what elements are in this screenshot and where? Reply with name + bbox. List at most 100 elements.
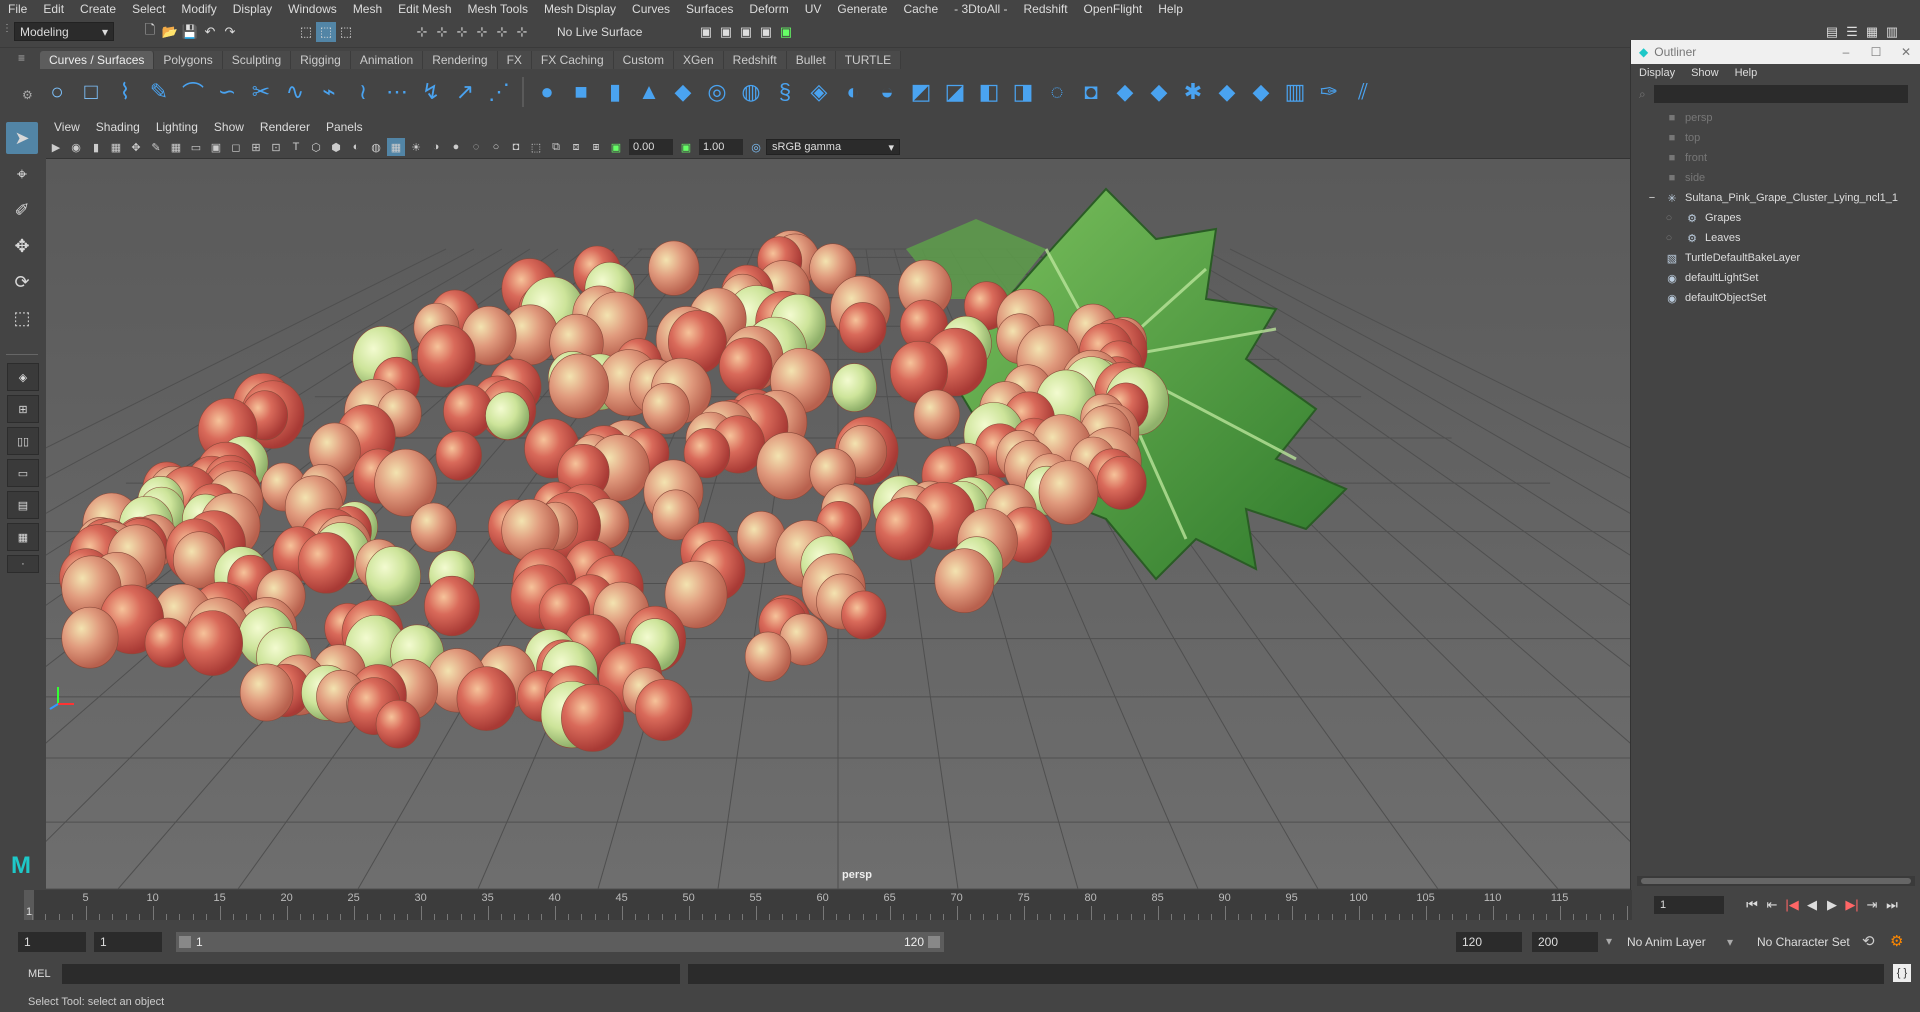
nurbs-cone-icon[interactable]: ▲	[632, 75, 666, 109]
grease-pencil-icon[interactable]: ✎	[147, 138, 165, 156]
arc-curve-icon[interactable]: ∽	[210, 75, 244, 109]
snap-view-icon[interactable]: ⊹	[472, 22, 492, 42]
viewport-menu-lighting[interactable]: Lighting	[148, 120, 206, 134]
shelf-tab-sculpting[interactable]: Sculpting	[222, 51, 292, 69]
attach-surface-icon[interactable]: ◆	[1142, 75, 1176, 109]
snap-grid-icon[interactable]: ⊹	[412, 22, 432, 42]
hypershade-layout-icon[interactable]: ▤	[7, 491, 39, 519]
close-icon[interactable]: ✕	[1891, 45, 1920, 59]
shelf-tab-curves-surfaces[interactable]: Curves / Surfaces	[40, 51, 155, 69]
ep-curve-icon[interactable]: ⌇	[108, 75, 142, 109]
tool-settings-icon[interactable]: ▦	[1862, 22, 1882, 42]
boundary-icon[interactable]: ◩	[904, 75, 938, 109]
workspace-icon[interactable]: ▤	[1822, 22, 1842, 42]
menu-redshift[interactable]: Redshift	[1016, 2, 1076, 16]
curve-tool-icon[interactable]: ∿	[278, 75, 312, 109]
motion-blur-icon[interactable]: ◌	[467, 138, 485, 156]
hypershade-icon[interactable]: ▣	[776, 22, 796, 42]
cut-curve-icon[interactable]: ✂	[244, 75, 278, 109]
xray-joints-icon[interactable]: ⧈	[567, 138, 585, 156]
wireframe-on-shaded-icon[interactable]: ◍	[367, 138, 385, 156]
color-management-icon[interactable]: ◎	[747, 138, 765, 156]
outliner-item[interactable]: − ✳ Sultana_Pink_Grape_Cluster_Lying_ncl1_…	[1631, 188, 1920, 208]
menu-openflight[interactable]: OpenFlight	[1076, 2, 1151, 16]
outliner-item[interactable]: ◉ defaultLightSet	[1631, 268, 1920, 288]
select-component-icon[interactable]: ⬚	[336, 22, 356, 42]
auto-key-icon[interactable]: ⟲	[1862, 932, 1875, 950]
use-all-lights-icon[interactable]: ☀	[407, 138, 425, 156]
revolve-icon[interactable]: ◍	[734, 75, 768, 109]
field-chart-icon[interactable]: ⊞	[247, 138, 265, 156]
smooth-shade-icon[interactable]: ⬢	[327, 138, 345, 156]
pencil-curve-icon[interactable]: ✎	[142, 75, 176, 109]
mode-dropdown[interactable]: Modeling ▾	[14, 22, 114, 41]
nurbs-torus-icon[interactable]: ◎	[700, 75, 734, 109]
save-scene-icon[interactable]: 💾	[180, 22, 200, 42]
command-input[interactable]	[62, 964, 680, 984]
minimize-icon[interactable]: –	[1831, 45, 1861, 59]
camera-attributes-icon[interactable]: ◉	[67, 138, 85, 156]
magnet-icon[interactable]: ⊹	[512, 22, 532, 42]
chevron-down-icon[interactable]: ▾	[1606, 934, 1612, 948]
paint-select-tool-icon[interactable]: ✐	[6, 194, 38, 226]
outliner-menu-show[interactable]: Show	[1683, 67, 1727, 79]
gamma-icon[interactable]: ▣	[677, 138, 695, 156]
menu-surfaces[interactable]: Surfaces	[678, 2, 741, 16]
menu-file[interactable]: File	[0, 2, 35, 16]
menu-cache[interactable]: Cache	[895, 2, 946, 16]
outliner-item[interactable]: ○ ⚙ Grapes	[1631, 208, 1920, 228]
time-slider[interactable]: 1 5 10 15 20 25 30 35 40 45 50 55 60 65 70 75 80 85 90 95 1…	[24, 890, 1632, 920]
step-forward-frame-icon[interactable]: ▶|	[1842, 897, 1862, 913]
menu-windows[interactable]: Windows	[280, 2, 345, 16]
viewport-menu-panels[interactable]: Panels	[318, 120, 371, 134]
menu-deform[interactable]: Deform	[741, 2, 796, 16]
shelf-tab-fx[interactable]: FX	[497, 51, 532, 69]
shelf-settings-icon[interactable]: ⚙	[22, 88, 33, 102]
shelf-tab-animation[interactable]: Animation	[350, 51, 424, 69]
open-close-surface-icon[interactable]: ◆	[1244, 75, 1278, 109]
attach-curve-icon[interactable]: ⌁	[312, 75, 346, 109]
gate-mask-icon[interactable]: ◻	[227, 138, 245, 156]
birail-icon[interactable]: ◒	[870, 75, 904, 109]
shelf-tab-polygons[interactable]: Polygons	[154, 51, 223, 69]
animation-preferences-icon[interactable]: ⚙	[1890, 932, 1903, 950]
playback-end-field[interactable]: 120	[1456, 932, 1522, 952]
viewport-menu-renderer[interactable]: Renderer	[252, 120, 318, 134]
snap-surface-icon[interactable]: ⊹	[492, 22, 512, 42]
outliner-item[interactable]: ■ front	[1631, 148, 1920, 168]
loft-icon[interactable]: §	[768, 75, 802, 109]
bookmark-icon[interactable]: ▮	[87, 138, 105, 156]
attribute-editor-icon[interactable]: ☰	[1842, 22, 1862, 42]
channel-box-icon[interactable]: ▥	[1882, 22, 1902, 42]
grid-icon[interactable]: ▦	[167, 138, 185, 156]
persp-graph-layout-icon[interactable]: ▭	[7, 459, 39, 487]
open-scene-icon[interactable]: 📂	[160, 22, 180, 42]
shelf-tab-fx-caching[interactable]: FX Caching	[531, 51, 614, 69]
exposure-field[interactable]: 0.00	[629, 139, 673, 155]
script-editor-icon[interactable]: { }	[1893, 964, 1911, 982]
scale-tool-icon[interactable]: ⬚	[6, 302, 38, 334]
snap-curve-icon[interactable]: ⊹	[432, 22, 452, 42]
wireframe-icon[interactable]: ⬡	[307, 138, 325, 156]
insert-isoparm-icon[interactable]: ▥	[1278, 75, 1312, 109]
nurbs-cylinder-icon[interactable]: ▮	[598, 75, 632, 109]
extrude-icon[interactable]: ◐	[836, 75, 870, 109]
layout-menu-icon[interactable]: ·	[7, 555, 39, 573]
view-transform-dropdown[interactable]: sRGB gamma ▾	[766, 139, 900, 155]
shelf-tab-custom[interactable]: Custom	[613, 51, 674, 69]
range-end-handle[interactable]	[928, 936, 940, 948]
select-object-icon[interactable]: ⬚	[316, 22, 336, 42]
depth-of-field-icon[interactable]: ◘	[507, 138, 525, 156]
bezier-curve-icon[interactable]: ⌒	[176, 75, 210, 109]
square-surface-icon[interactable]: ◪	[938, 75, 972, 109]
playback-start-field[interactable]: 1	[94, 932, 162, 952]
untrim-icon[interactable]: ◆	[1108, 75, 1142, 109]
safe-action-icon[interactable]: ⊡	[267, 138, 285, 156]
step-back-frame-icon[interactable]: |◀	[1782, 897, 1802, 913]
menu-display[interactable]: Display	[225, 2, 280, 16]
menu-help[interactable]: Help	[1150, 2, 1191, 16]
screen-space-ao-icon[interactable]: ●	[447, 138, 465, 156]
select-hierarchy-icon[interactable]: ⬚	[296, 22, 316, 42]
outliner-menu-display[interactable]: Display	[1631, 67, 1683, 79]
go-to-start-icon[interactable]: ⏮	[1742, 897, 1762, 913]
